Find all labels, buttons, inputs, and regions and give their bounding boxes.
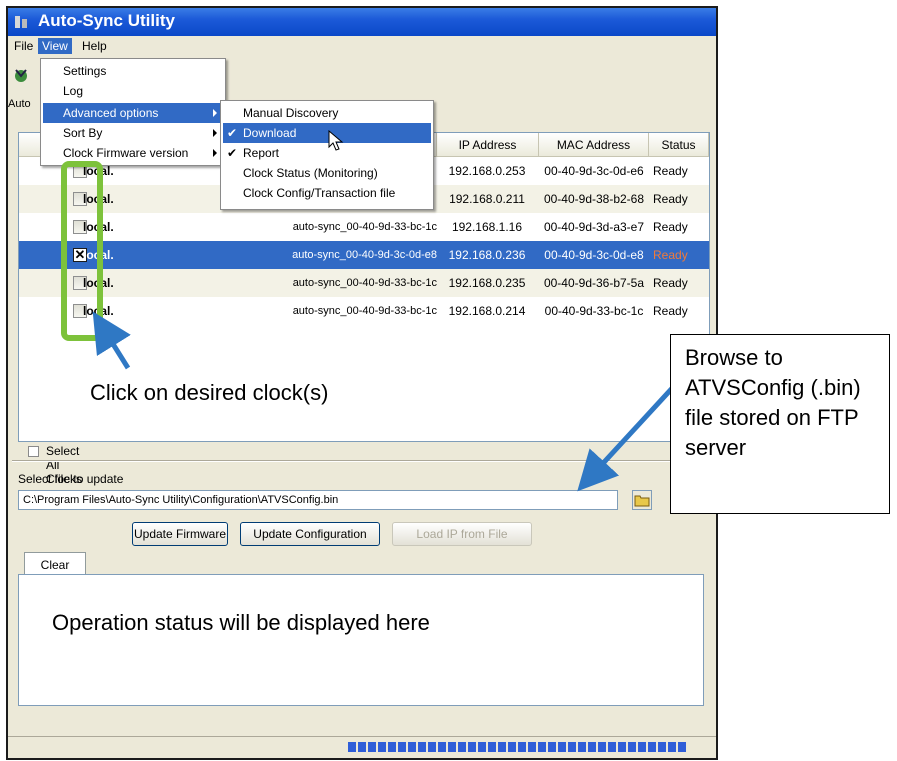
progress-segment bbox=[358, 742, 366, 752]
progress-segment bbox=[598, 742, 606, 752]
progress-segment bbox=[368, 742, 376, 752]
progress-segment bbox=[478, 742, 486, 752]
progress-segment bbox=[678, 742, 686, 752]
progress-segment bbox=[518, 742, 526, 752]
progress-bar bbox=[348, 738, 708, 754]
arrow-to-checkboxes bbox=[92, 311, 131, 370]
annotation-browse-callout: Browse to ATVSConfig (.bin) file stored … bbox=[670, 334, 890, 514]
progress-segment bbox=[428, 742, 436, 752]
progress-segment bbox=[348, 742, 356, 752]
progress-segment bbox=[528, 742, 536, 752]
progress-segment bbox=[488, 742, 496, 752]
progress-segment bbox=[628, 742, 636, 752]
progress-segment bbox=[498, 742, 506, 752]
progress-segment bbox=[588, 742, 596, 752]
progress-segment bbox=[538, 742, 546, 752]
progress-segment bbox=[568, 742, 576, 752]
progress-segment bbox=[658, 742, 666, 752]
progress-segment bbox=[418, 742, 426, 752]
progress-segment bbox=[458, 742, 466, 752]
progress-segment bbox=[438, 742, 446, 752]
progress-segment bbox=[508, 742, 516, 752]
progress-segment bbox=[648, 742, 656, 752]
progress-segment bbox=[558, 742, 566, 752]
progress-segment bbox=[468, 742, 476, 752]
progress-segment bbox=[578, 742, 586, 752]
progress-segment bbox=[448, 742, 456, 752]
arrow-to-file-field bbox=[577, 382, 678, 492]
progress-segment bbox=[638, 742, 646, 752]
progress-segment bbox=[408, 742, 416, 752]
annotation-click-clocks: Click on desired clock(s) bbox=[90, 380, 329, 405]
annotation-status: Operation status will be displayed here bbox=[52, 610, 430, 635]
progress-segment bbox=[548, 742, 556, 752]
progress-segment bbox=[398, 742, 406, 752]
progress-segment bbox=[608, 742, 616, 752]
progress-segment bbox=[388, 742, 396, 752]
progress-segment bbox=[378, 742, 386, 752]
progress-segment bbox=[618, 742, 626, 752]
progress-segment bbox=[668, 742, 676, 752]
